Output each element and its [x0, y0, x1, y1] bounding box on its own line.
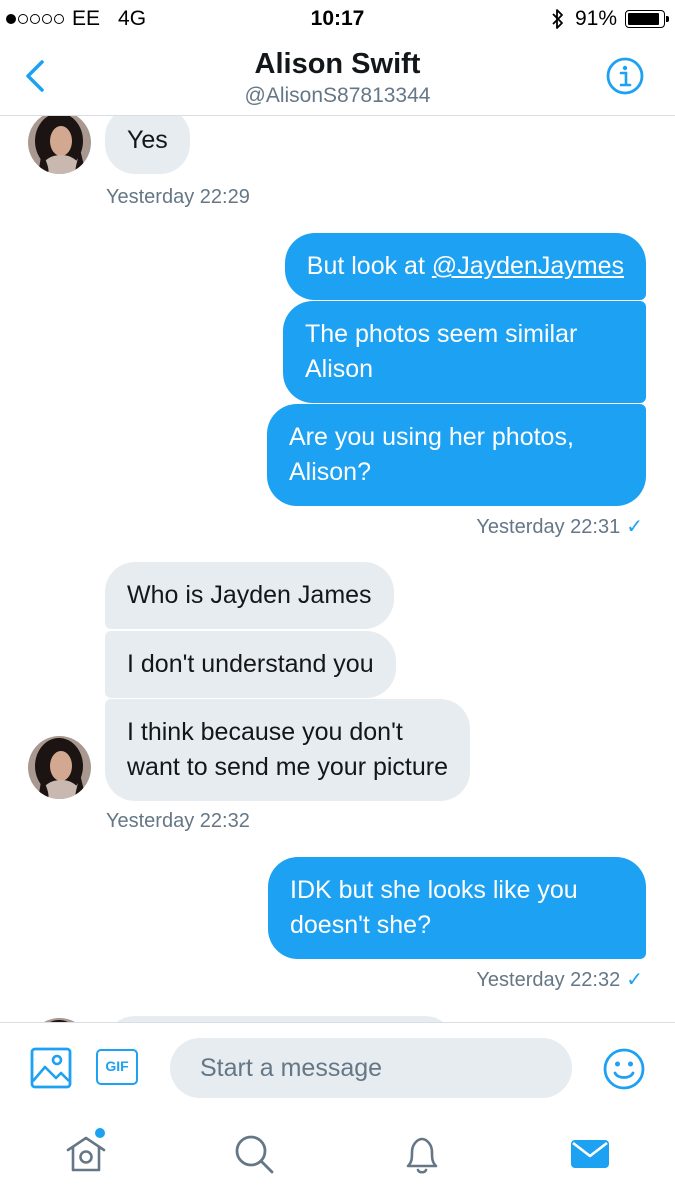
message-bubble-outgoing[interactable]: IDK but she looks like you doesn't she? — [268, 857, 646, 959]
message-bubble-incoming[interactable]: Who is Jayden James — [105, 562, 394, 629]
avatar[interactable] — [28, 736, 91, 799]
message-bubble-outgoing[interactable]: But look at @JaydenJaymes — [284, 233, 646, 300]
message-composer: GIF — [0, 1022, 675, 1112]
bell-icon — [406, 1137, 438, 1174]
timestamp-text: Yesterday 22:32 — [476, 969, 621, 991]
status-bar: EE 4G 10:17 91% — [0, 0, 675, 40]
message-text: Who is Jayden James — [127, 581, 372, 609]
message-text-line: IDK but she looks like you — [290, 876, 578, 904]
message-bubble-incoming[interactable]: I don't understand you — [105, 631, 396, 698]
contact-name: Alison Swift — [254, 48, 421, 80]
profile-photo-icon — [28, 116, 91, 174]
tab-home[interactable] — [62, 1128, 110, 1178]
message-bubble-incoming[interactable]: I think because you don't want to send m… — [105, 699, 470, 801]
message-thread[interactable]: Yes Yesterday 22:29 But look at @JaydenJ… — [0, 116, 675, 1023]
bluetooth-icon — [552, 9, 563, 29]
message-input[interactable] — [170, 1038, 572, 1098]
message-text-line: I think because you don't — [127, 718, 403, 746]
profile-photo-icon — [28, 736, 91, 799]
message-timestamp: Yesterday 22:29 — [106, 186, 250, 208]
message-text-line: want to send me your picture — [127, 753, 448, 781]
message-text: Yes — [127, 126, 168, 154]
message-text-line: Alison — [305, 355, 374, 383]
status-right: 91% — [551, 7, 669, 31]
battery-percent: 91% — [574, 7, 617, 30]
message-text-line: Alison? — [289, 458, 371, 486]
message-text-line: Are you using her photos, — [289, 423, 574, 451]
message-bubble-incoming[interactable]: Yes — [105, 116, 190, 174]
gif-button[interactable]: GIF — [96, 1049, 138, 1085]
image-icon[interactable] — [30, 1047, 72, 1089]
message-timestamp: Yesterday 22:32 — [106, 810, 250, 832]
info-circle-icon[interactable] — [605, 56, 645, 96]
battery-icon — [625, 10, 669, 28]
message-text: But look at — [306, 252, 432, 280]
message-timestamp: Yesterday 22:31 ✓ — [476, 514, 643, 539]
envelope-icon — [571, 1140, 609, 1168]
mention-link[interactable]: @JaydenJaymes — [432, 252, 624, 280]
home-icon — [66, 1136, 106, 1172]
message-bubble-outgoing[interactable]: The photos seem similar Alison — [283, 301, 646, 403]
read-check-icon: ✓ — [626, 969, 643, 991]
new-content-dot — [95, 1128, 105, 1138]
tab-search[interactable] — [230, 1130, 278, 1178]
conversation-header: Alison Swift @AlisonS87813344 — [0, 40, 675, 116]
search-icon — [235, 1135, 274, 1174]
timestamp-text: Yesterday 22:31 — [476, 516, 621, 538]
message-timestamp: Yesterday 22:32 ✓ — [476, 967, 643, 992]
message-text: I don't understand you — [127, 650, 374, 678]
tab-notifications[interactable] — [398, 1130, 446, 1178]
message-text-line: doesn't she? — [290, 911, 431, 939]
read-check-icon: ✓ — [626, 516, 643, 538]
avatar[interactable] — [28, 116, 91, 174]
tab-messages[interactable] — [566, 1130, 614, 1178]
bottom-tab-bar — [0, 1112, 675, 1200]
message-bubble-outgoing[interactable]: Are you using her photos, Alison? — [267, 404, 646, 506]
message-text-line: The photos seem similar — [305, 320, 578, 348]
emoji-icon[interactable] — [602, 1047, 646, 1091]
contact-handle: @AlisonS87813344 — [244, 84, 431, 107]
